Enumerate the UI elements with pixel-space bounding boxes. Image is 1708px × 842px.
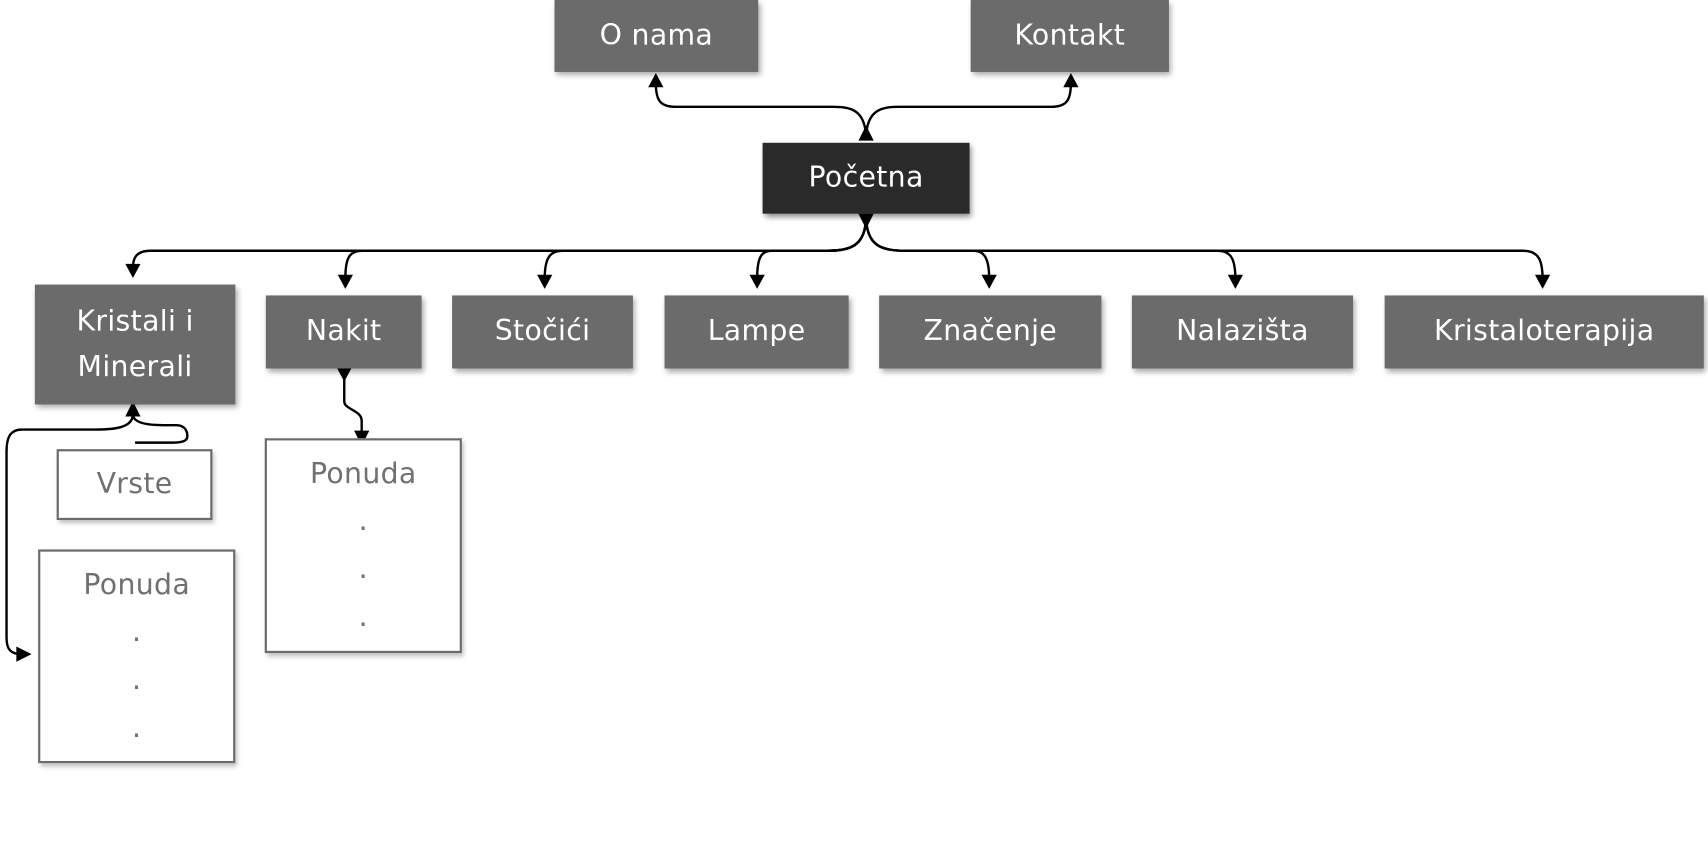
node-stocici[interactable]: Stočići xyxy=(452,295,633,369)
node-nakit-label: Nakit xyxy=(305,315,382,349)
node-stocici-label: Stočići xyxy=(494,315,591,349)
node-vrste-label: Vrste xyxy=(96,468,173,501)
link-pocetna-o-nama xyxy=(654,82,868,140)
node-o-nama[interactable]: O nama xyxy=(554,0,759,72)
node-znacenje[interactable]: Značenje xyxy=(879,295,1102,369)
node-lampe-label: Lampe xyxy=(707,315,806,349)
node-pocetna[interactable]: Početna xyxy=(762,142,970,214)
arrowhead-ponuda-kristali xyxy=(16,646,32,662)
arrowhead-pocetna-top xyxy=(858,125,874,141)
arrowhead-nalazista xyxy=(1227,274,1244,289)
node-kristaloterapija[interactable]: Kristaloterapija xyxy=(1384,295,1704,369)
node-vrste[interactable]: Vrste xyxy=(56,449,213,521)
arrowhead-znacenje xyxy=(981,274,997,289)
node-kontakt-label: Kontakt xyxy=(1014,19,1126,53)
node-nalazista[interactable]: Nalazišta xyxy=(1131,295,1354,369)
node-znacenje-label: Značenje xyxy=(923,315,1058,349)
node-kontakt[interactable]: Kontakt xyxy=(970,0,1169,72)
node-pocetna-label: Početna xyxy=(808,161,924,195)
arrowhead-stocici xyxy=(537,274,553,289)
list-ellipsis-dot: . xyxy=(358,504,368,538)
arrowhead-lampe xyxy=(749,274,765,289)
node-o-nama-label: O nama xyxy=(599,19,714,53)
node-ponuda-kristali[interactable]: Ponuda . . . xyxy=(38,549,236,764)
list-ellipsis-dot: . xyxy=(132,616,142,649)
list-ellipsis-dot: . xyxy=(358,600,368,634)
link-pocetna-stocici xyxy=(543,215,868,280)
arrowhead-nakit xyxy=(337,274,353,289)
link-pocetna-nalazista xyxy=(864,215,1237,280)
arrowhead-kristaloterapija xyxy=(1534,274,1551,289)
connector-layer xyxy=(5,73,1551,662)
link-pocetna-lampe xyxy=(755,215,868,280)
link-nakit-ponuda xyxy=(343,379,363,433)
link-pocetna-kontakt xyxy=(864,82,1073,140)
node-kristali-label-line2: Minerali xyxy=(77,351,193,384)
link-pocetna-kristali xyxy=(131,215,868,269)
node-nalazista-label: Nalazišta xyxy=(1176,315,1309,349)
list-ellipsis-dot: . xyxy=(358,552,368,586)
arrowhead-o-nama xyxy=(648,73,664,88)
node-kristali-i-minerali[interactable]: Kristali i Minerali xyxy=(34,284,236,405)
node-ponuda-nakit[interactable]: Ponuda . . . xyxy=(264,438,462,654)
list-ellipsis-dot: . xyxy=(132,712,142,745)
list-ellipsis-dot: . xyxy=(132,664,142,697)
node-kristali-label-line1: Kristali i xyxy=(76,305,194,338)
link-pocetna-kristaloterapija xyxy=(864,215,1544,280)
sitemap-diagram: O nama Kontakt Početna Kristali i Minera… xyxy=(0,0,1708,842)
node-ponuda-kristali-label: Ponuda xyxy=(83,569,191,602)
link-kristali-vrste xyxy=(131,414,189,444)
node-lampe[interactable]: Lampe xyxy=(664,295,849,369)
node-nakit[interactable]: Nakit xyxy=(265,295,422,369)
arrowhead-kristali xyxy=(125,263,141,279)
link-pocetna-nakit xyxy=(344,215,868,280)
node-kristaloterapija-label: Kristaloterapija xyxy=(1434,315,1655,349)
arrowhead-kontakt xyxy=(1063,73,1079,88)
node-ponuda-nakit-label: Ponuda xyxy=(310,457,417,491)
